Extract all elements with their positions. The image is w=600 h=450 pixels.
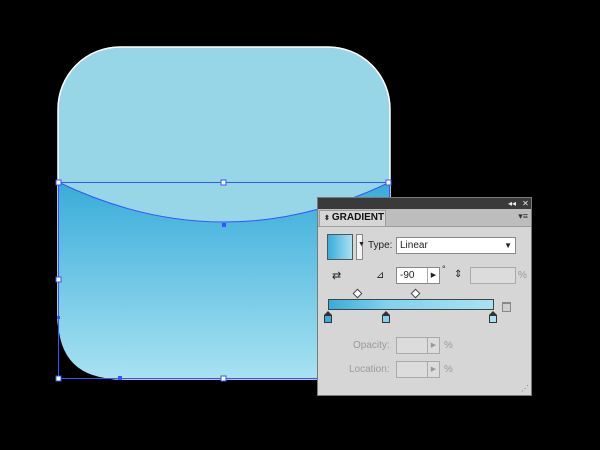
resize-grip-icon[interactable]: ⋰ [521, 384, 529, 393]
color-stop-2-swatch [382, 315, 390, 323]
opacity-label: Opacity: [353, 340, 390, 351]
opacity-dropdown-arrow[interactable]: ▶ [427, 338, 439, 353]
location-unit: % [444, 364, 453, 375]
panel-titlebar[interactable]: ◂◂ ✕ [318, 198, 531, 209]
handle-top-center[interactable] [220, 179, 227, 186]
angle-value: -90 [400, 270, 415, 281]
anchor-left-curve[interactable] [57, 316, 60, 319]
reverse-gradient-icon[interactable]: ⇄ [332, 269, 341, 282]
location-dropdown-arrow[interactable]: ▶ [427, 362, 439, 377]
gradient-panel: ◂◂ ✕ ⬍ GRADIENT ▾≡ ▼ Type: Linear ▼ ⇄ ⊿ -… [317, 197, 532, 396]
handle-middle-left[interactable] [55, 276, 62, 283]
aspect-unit: % [518, 270, 527, 281]
handle-top-right[interactable] [385, 179, 392, 186]
aspect-ratio-icon: ⇕ [454, 269, 463, 280]
color-stop-2[interactable] [382, 311, 390, 323]
tab-collapse-icon[interactable]: ⬍ [324, 215, 330, 222]
gradient-slider-bar[interactable] [328, 299, 494, 310]
tab-gradient-label: GRADIENT [331, 212, 385, 223]
aspect-ratio-input[interactable] [470, 267, 516, 284]
gradient-fill-swatch[interactable] [327, 234, 353, 260]
type-select-value: Linear [400, 240, 428, 251]
midpoint-diamond-2[interactable] [410, 288, 421, 299]
color-stop-3-swatch [489, 315, 497, 323]
anchor-wave-mid[interactable] [222, 223, 226, 227]
tab-gradient[interactable]: ⬍ GRADIENT [319, 210, 386, 226]
degree-symbol: ° [442, 264, 446, 274]
angle-input[interactable]: -90 ▶ [396, 267, 440, 284]
handle-bottom-left[interactable] [55, 375, 62, 382]
angle-dropdown-arrow[interactable]: ▶ [427, 268, 439, 283]
chevron-down-icon: ▼ [504, 241, 512, 250]
handle-top-left[interactable] [55, 179, 62, 186]
panel-menu-icon[interactable]: ▾≡ [518, 211, 528, 222]
opacity-input[interactable]: ▶ [396, 337, 440, 354]
close-icon[interactable]: ✕ [520, 198, 531, 209]
opacity-unit: % [444, 340, 453, 351]
color-stop-1[interactable] [324, 311, 332, 323]
location-input[interactable]: ▶ [396, 361, 440, 378]
handle-bottom-center[interactable] [220, 375, 227, 382]
anchor-bottom-left[interactable] [118, 376, 122, 380]
color-stop-1-swatch [324, 315, 332, 323]
midpoint-diamond-1[interactable] [352, 288, 363, 299]
color-stop-3[interactable] [489, 311, 497, 323]
tab-row: ⬍ GRADIENT ▾≡ [318, 209, 531, 227]
chevron-down-icon: ▼ [358, 241, 365, 248]
location-label: Location: [349, 364, 390, 375]
double-left-arrow-icon[interactable]: ◂◂ [506, 198, 518, 209]
angle-icon: ⊿ [376, 270, 385, 281]
type-label: Type: [368, 240, 393, 251]
delete-stop-icon[interactable] [502, 302, 511, 312]
type-select[interactable]: Linear ▼ [396, 237, 516, 254]
